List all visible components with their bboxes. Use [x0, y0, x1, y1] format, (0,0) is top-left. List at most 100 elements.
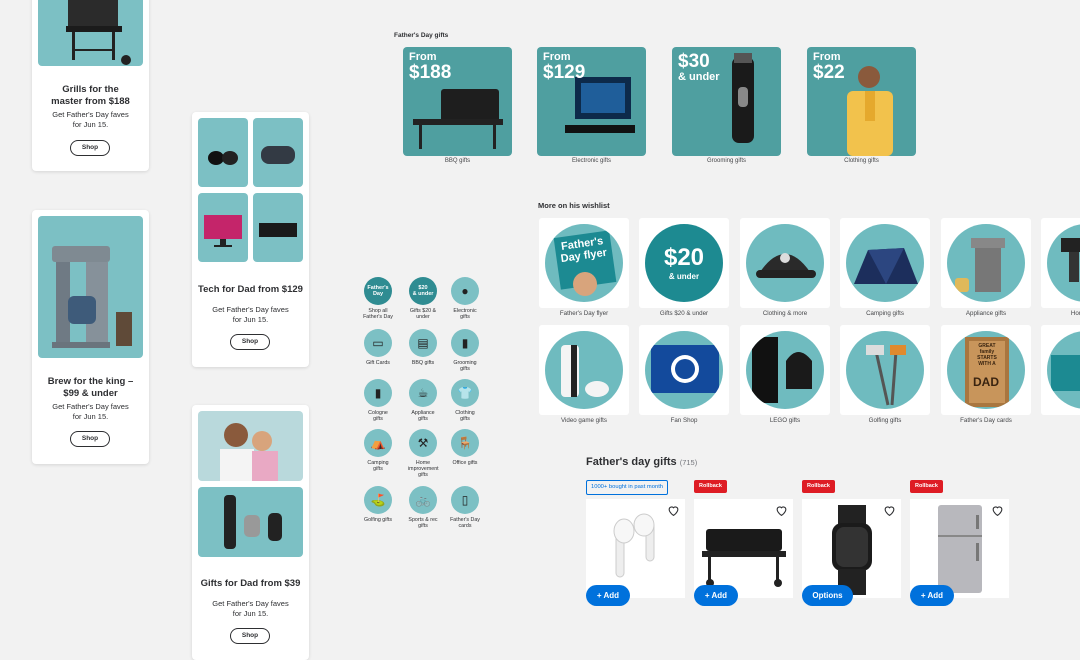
category-nav-item[interactable]: ▤ BBQ gifts	[408, 329, 438, 366]
product-card[interactable]	[586, 499, 685, 598]
tile-price: $129	[543, 62, 586, 83]
wishlist-tile[interactable]	[1041, 325, 1080, 415]
tile-price-text: $30 & under	[678, 52, 720, 83]
category-nav-label: Gift Cards	[366, 360, 390, 366]
product-card[interactable]	[910, 499, 1009, 598]
category-nav-item[interactable]: ▭ Gift Cards	[363, 329, 393, 366]
category-nav-item[interactable]: ⛳ Golfing gifts	[363, 486, 393, 523]
category-nav-item[interactable]: Father's Day Shop all Father's Day	[363, 277, 393, 320]
under-20-price: $20	[663, 244, 705, 271]
category-nav-item[interactable]: 🪑 Office gifts	[450, 429, 480, 466]
wishlist-tile[interactable]	[840, 325, 930, 415]
wishlist-caption: Clothing & more	[762, 310, 808, 317]
grill-shop-button[interactable]: Shop	[70, 140, 110, 156]
wishlist-circle	[645, 331, 723, 409]
wishlist-tile[interactable]	[539, 325, 629, 415]
keyboard-icon	[259, 223, 297, 237]
category-nav-label: Office gifts	[452, 460, 478, 466]
father-child-photo-icon	[220, 423, 278, 481]
keyboard-tile	[253, 193, 303, 262]
golf-club-icon: ⛳	[364, 486, 392, 514]
category-nav-label: Electronic gifts	[453, 308, 477, 320]
coffee-shop-button[interactable]: Shop	[70, 431, 110, 447]
earbuds-tile	[198, 118, 248, 187]
category-nav-item[interactable]: 🚲 Sports & rec gifts	[408, 486, 438, 529]
wishlist-tile[interactable]	[840, 218, 930, 308]
options-button[interactable]: Options	[802, 585, 853, 606]
category-nav-item[interactable]: ⛺ Camping gifts	[363, 429, 393, 472]
favorite-heart-icon[interactable]	[883, 504, 896, 517]
category-nav-item[interactable]: ⚒ Home improvement gifts	[408, 429, 439, 478]
golf-clubs-icon	[866, 345, 906, 406]
category-nav-item[interactable]: ▮ Cologne gifts	[363, 379, 393, 422]
fathers-day-badge-icon: Father's Day	[364, 277, 392, 305]
category-nav-item[interactable]: $20 & under Gifts $20 & under	[408, 277, 438, 320]
wishlist-tile[interactable]	[941, 218, 1031, 308]
wishlist-circle: Father's Day flyer	[545, 224, 623, 302]
category-nav-label: Cologne gifts	[368, 410, 388, 422]
wishlist-tile[interactable]	[1041, 218, 1080, 308]
category-nav-label: Home improvement gifts	[408, 460, 439, 478]
wishlist-tile[interactable]	[639, 325, 729, 415]
coffee-card-subtitle: Get Father's Day faves for Jun 15.	[52, 402, 129, 421]
add-to-cart-button[interactable]: + Add	[586, 585, 630, 606]
fathers-day-gift-tile[interactable]: From $188	[403, 47, 512, 156]
wishlist-tile[interactable]: Father's Day flyer	[539, 218, 629, 308]
wishlist-circle	[1047, 224, 1080, 302]
office-chair-icon: 🪑	[451, 429, 479, 457]
wishlist-caption: Video game gifts	[561, 417, 607, 424]
gifts-promo-card[interactable]: Gifts for Dad from $39 Get Father's Day …	[192, 405, 309, 660]
wishlist-caption: Home impr	[1070, 310, 1080, 317]
favorite-heart-icon[interactable]	[775, 504, 788, 517]
wishlist-tile[interactable]: GREAT family STARTS WITH A DAD	[941, 325, 1031, 415]
category-nav-item[interactable]: ▯ Father's Day cards	[450, 486, 480, 529]
wishlist-caption: Father's Day flyer	[559, 310, 609, 317]
drill-icon: ⚒	[409, 429, 437, 457]
tech-shop-button[interactable]: Shop	[230, 334, 270, 350]
gifts-shop-button[interactable]: Shop	[230, 628, 270, 644]
game-console-icon	[561, 345, 609, 397]
tech-card-subtitle: Get Father's Day faves for Jun 15.	[212, 305, 289, 324]
gift-card-icon: ▭	[364, 329, 392, 357]
grill-card-subtitle: Get Father's Day faves for Jun 15.	[52, 110, 129, 129]
monitor-tile	[198, 193, 248, 262]
category-nav-item[interactable]: ▮ Grooming gifts	[450, 329, 480, 372]
category-nav-item[interactable]: ☕ Appliance gifts	[408, 379, 438, 422]
tile-price: $30	[678, 51, 710, 72]
rollback-badge: Rollback	[910, 480, 943, 493]
grill-card-title: Grills for the master from $188	[51, 84, 130, 107]
fathers-day-gift-tile[interactable]: From $129	[537, 47, 646, 156]
fathers-day-gift-tile[interactable]: $30 & under	[672, 47, 781, 156]
wishlist-circle: GREAT family STARTS WITH A DAD	[947, 331, 1025, 409]
under-20-badge-icon: $20 & under	[409, 277, 437, 305]
add-to-cart-button[interactable]: + Add	[910, 585, 954, 606]
tile-from-label: & under	[678, 71, 720, 83]
category-nav-label: Grooming gifts	[453, 360, 477, 372]
wishlist-caption: Father's Day cards	[960, 417, 1012, 424]
fathers-day-gift-tile[interactable]: From $22	[807, 47, 916, 156]
speaker-tile	[253, 118, 303, 187]
dad-daughter-tile	[198, 411, 303, 481]
product-card[interactable]	[802, 499, 901, 598]
products-count: (715)	[679, 458, 698, 467]
wishlist-circle: $20 & under	[645, 224, 723, 302]
category-nav-label: Father's Day cards	[450, 517, 480, 529]
favorite-heart-icon[interactable]	[991, 504, 1004, 517]
coffee-promo-card[interactable]: Brew for the king – $99 & under Get Fath…	[32, 210, 149, 464]
coffee-maker-icon	[955, 238, 1005, 292]
product-card[interactable]	[694, 499, 793, 598]
category-nav-item[interactable]: 👕 Clothing gifts	[450, 379, 480, 422]
grill-promo-card[interactable]: Grills for the master from $188 Get Fath…	[32, 0, 149, 171]
tech-promo-card[interactable]: Tech for Dad from $129 Get Father's Day …	[192, 112, 309, 367]
category-nav-item[interactable]: ● Electronic gifts	[450, 277, 480, 320]
wishlist-tile[interactable]	[740, 218, 830, 308]
wishlist-caption: Camping gifts	[866, 310, 904, 317]
coffee-maker-image	[38, 216, 143, 358]
add-to-cart-button[interactable]: + Add	[694, 585, 738, 606]
wishlist-tile[interactable]	[740, 325, 830, 415]
favorite-heart-icon[interactable]	[667, 504, 680, 517]
tech-card-title: Tech for Dad from $129	[198, 284, 303, 295]
grill-icon	[66, 0, 131, 65]
wishlist-caption: Gift	[1041, 417, 1080, 424]
wishlist-tile[interactable]: $20 & under	[639, 218, 729, 308]
